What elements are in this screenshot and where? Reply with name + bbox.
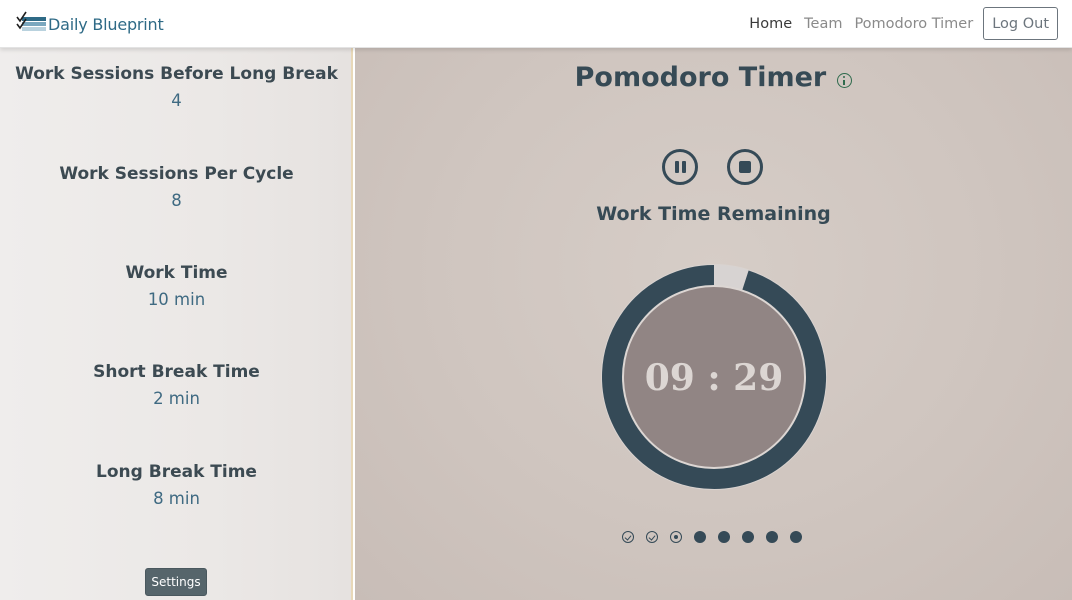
pause-icon-bar xyxy=(682,161,686,173)
brand[interactable]: Daily Blueprint xyxy=(16,11,164,37)
setting-value: 4 xyxy=(171,91,182,110)
nav-link-pomodoro-timer[interactable]: Pomodoro Timer xyxy=(854,16,973,32)
brand-name: Daily Blueprint xyxy=(48,14,164,34)
timer-status-label: Work Time Remaining xyxy=(596,203,831,225)
session-dot-pending xyxy=(694,531,706,543)
timer-display: 09 : 29 xyxy=(645,357,784,399)
setting-work-sessions-before-long-break: Work Sessions Before Long Break 4 xyxy=(0,64,353,110)
setting-work-sessions-per-cycle: Work Sessions Per Cycle 8 xyxy=(0,164,353,210)
page-title: Pomodoro Timer xyxy=(574,62,827,93)
settings-sidebar: Work Sessions Before Long Break 4 Work S… xyxy=(0,48,353,600)
setting-value: 8 xyxy=(171,191,182,210)
setting-work-time: Work Time 10 min xyxy=(0,263,353,309)
nav-links: Home Team Pomodoro Timer Log Out xyxy=(737,7,1058,40)
setting-label: Work Time xyxy=(125,263,228,283)
setting-short-break-time: Short Break Time 2 min xyxy=(0,362,353,408)
title-row: Pomodoro Timer xyxy=(355,62,1072,93)
session-dot-current xyxy=(670,531,682,543)
setting-value: 2 min xyxy=(153,389,200,408)
timer-panel: Pomodoro Timer Work Time Remaining 09 : … xyxy=(355,48,1072,600)
setting-label: Short Break Time xyxy=(93,362,260,382)
stop-button[interactable] xyxy=(727,149,763,185)
stop-icon xyxy=(739,161,751,173)
info-icon[interactable] xyxy=(837,73,853,88)
settings-button[interactable]: Settings xyxy=(145,568,207,596)
logout-button[interactable]: Log Out xyxy=(983,7,1058,40)
setting-label: Long Break Time xyxy=(96,462,257,482)
setting-value: 8 min xyxy=(153,489,200,508)
checklist-logo-icon xyxy=(16,11,48,37)
session-dot-completed xyxy=(622,531,634,543)
setting-label: Work Sessions Per Cycle xyxy=(59,164,294,184)
session-dot-completed xyxy=(646,531,658,543)
session-dot-pending xyxy=(718,531,730,543)
nav-link-team[interactable]: Team xyxy=(804,16,842,32)
pause-icon xyxy=(675,161,679,173)
session-dot-pending xyxy=(742,531,754,543)
session-dot-pending xyxy=(790,531,802,543)
session-dot-pending xyxy=(766,531,778,543)
navbar: Daily Blueprint Home Team Pomodoro Timer… xyxy=(0,0,1072,48)
setting-long-break-time: Long Break Time 8 min xyxy=(0,462,353,508)
setting-label: Work Sessions Before Long Break xyxy=(15,64,338,84)
nav-link-home[interactable]: Home xyxy=(749,16,792,32)
setting-value: 10 min xyxy=(147,290,206,309)
pause-button[interactable] xyxy=(662,149,698,185)
timer-dial: 09 : 29 xyxy=(601,264,827,490)
